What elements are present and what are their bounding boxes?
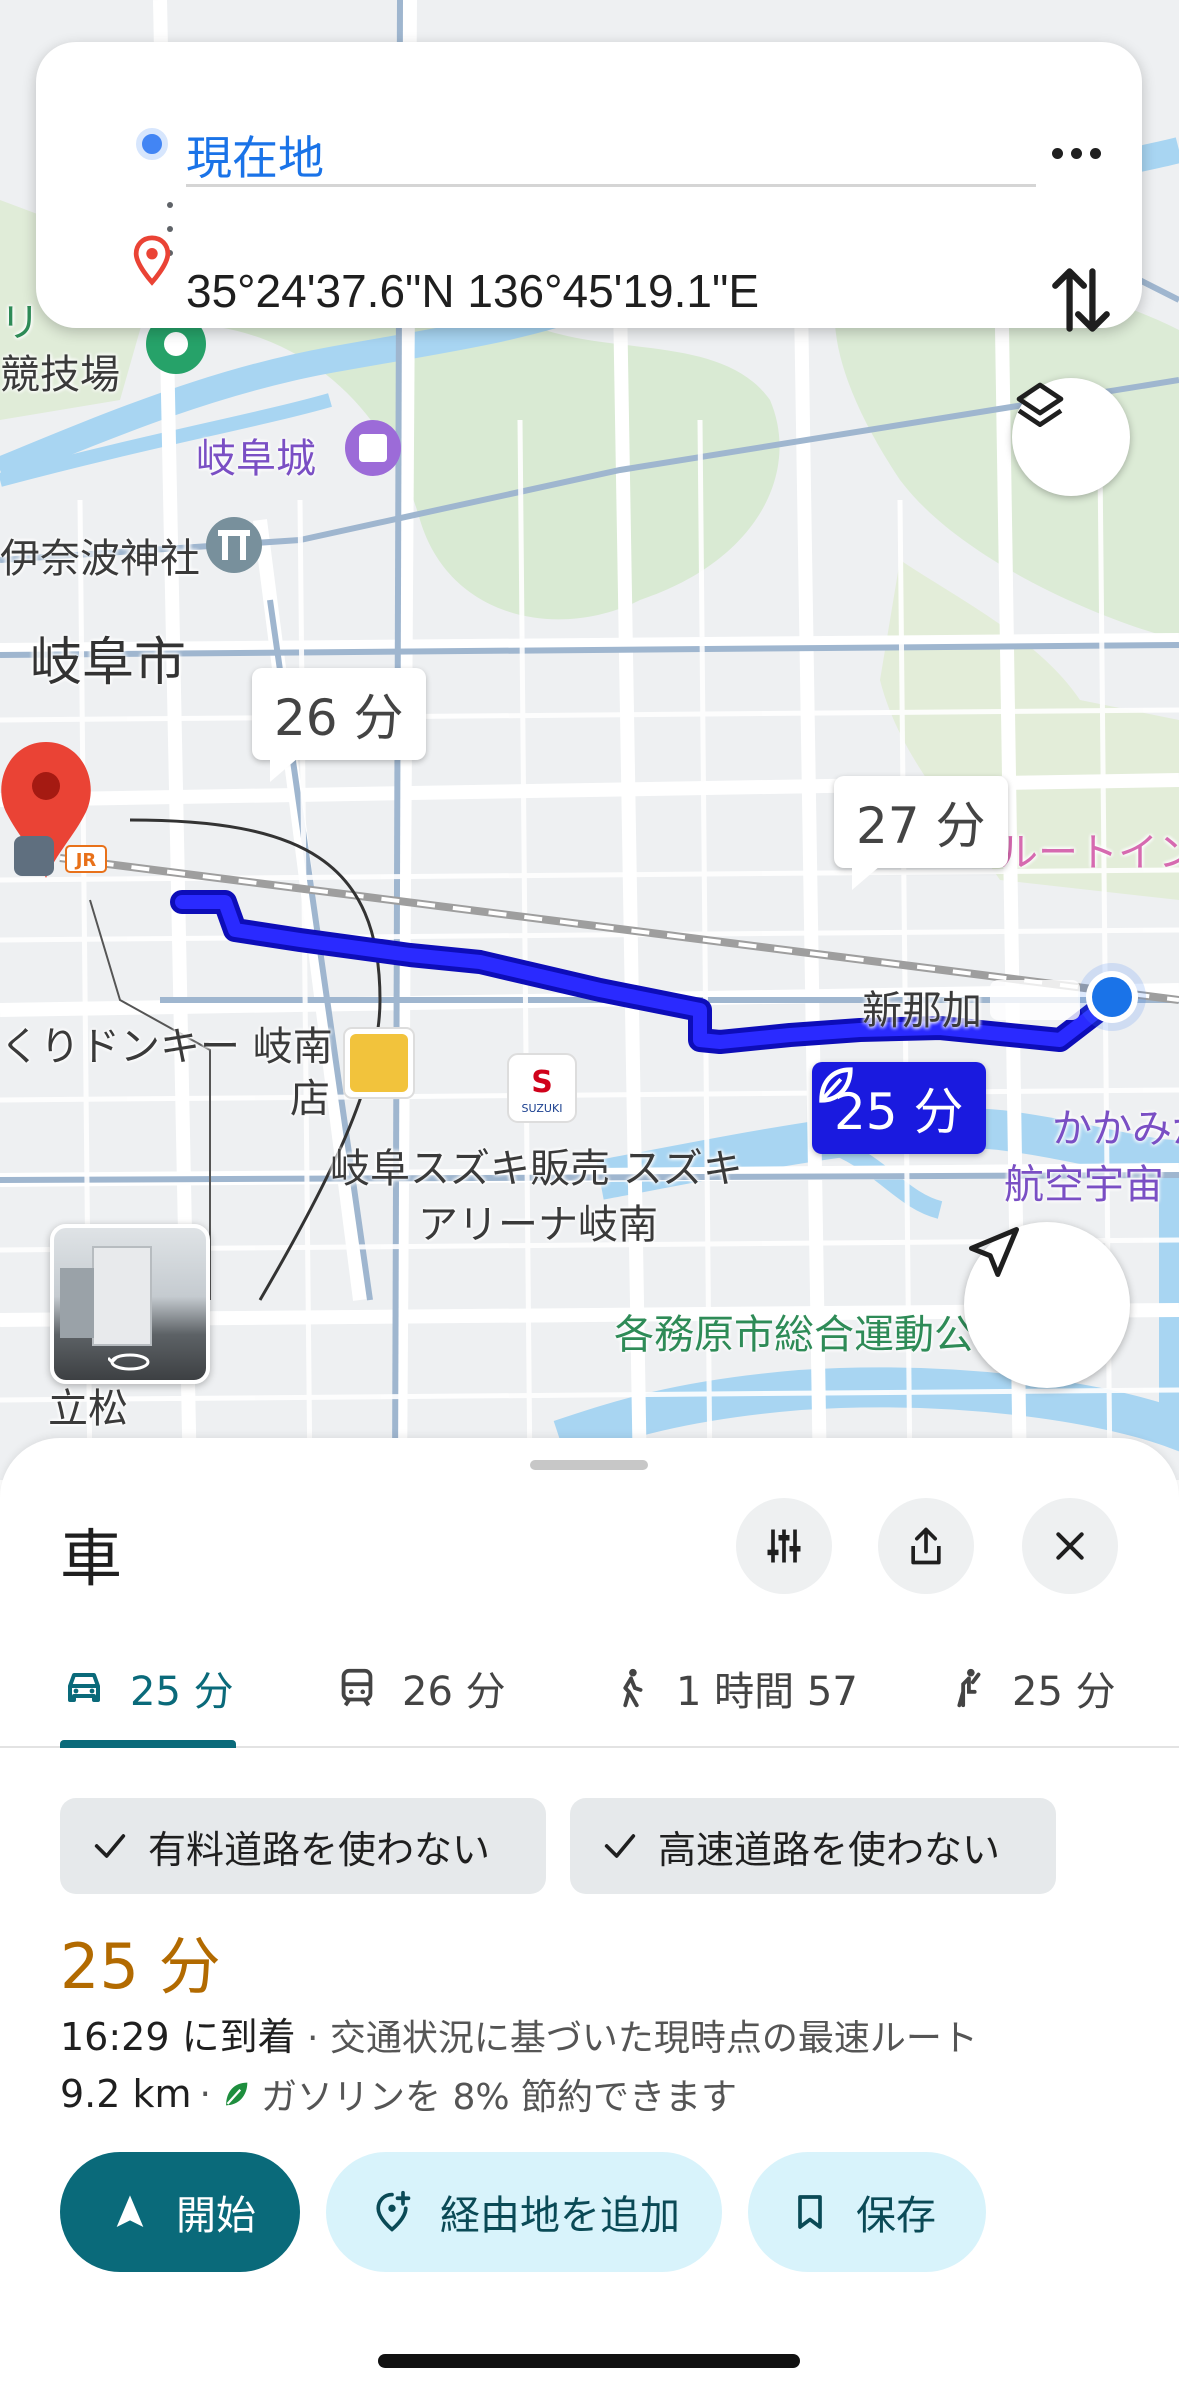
home-indicator[interactable] [378,2354,800,2368]
tab-walking-label: 1 時間 57 [676,1669,858,1715]
arrival-time: 16:29 に到着 [60,2015,296,2059]
distance-separator: · [199,2073,211,2115]
map-label-gifu-castle[interactable]: 岐阜城 [196,426,316,484]
destination-field[interactable]: 35°24'37.6"N 136°45'19.1"E [186,264,759,318]
recenter-button[interactable] [964,1222,1130,1388]
tab-driving[interactable]: 25 分 [60,1628,234,1748]
add-location-icon [376,2190,411,2232]
save-label: 保存 [856,2193,936,2239]
map-label-donki[interactable]: くりドンキー 岐南 [0,1014,333,1072]
tab-transit-label: 26 分 [402,1669,506,1715]
destination-pin-icon [133,235,171,286]
alt-route-time-1: 26 分 [274,689,404,747]
map-label-route-inn[interactable]: ルートイン [998,820,1179,878]
arrival-note: · 交通状況に基づいた現時点の最速ルート [295,2018,978,2059]
directions-sheet: 車 25 分 26 分 1 時間 57 25 分 有料道路を使わない 高速道路を… [0,1438,1179,2397]
start-label: 開始 [176,2193,256,2239]
swap-direction-button[interactable] [1046,260,1116,340]
navigation-arrow-icon [116,2195,144,2227]
alt-route-time-bubble-1[interactable]: 26 分 [252,668,426,782]
more-dot-icon [1051,147,1063,159]
map-label-donki-line2: 店 [290,1076,330,1122]
map-label-stadium: 競技場 [0,352,120,398]
layers-button[interactable] [1012,378,1130,496]
avoid-highways-chip[interactable]: 高速道路を使わない [570,1798,1056,1894]
avoid-highways-label: 高速道路を使わない [658,1827,1001,1872]
active-tab-indicator [60,1740,236,1748]
check-icon [604,1834,636,1858]
route-input-card: 現在地 35°24'37.6"N 136°45'19.1"E [36,42,1142,332]
rotate-360-icon [108,1353,150,1371]
svg-text:S: S [531,1065,553,1100]
share-button[interactable] [878,1498,974,1594]
close-icon [1056,1532,1084,1560]
close-button[interactable] [1022,1498,1118,1594]
svg-text:JR: JR [74,850,97,871]
travel-mode-title: 車 [60,1522,123,1595]
avoid-tolls-label: 有料道路を使わない [148,1827,491,1872]
route-duration: 25 分 [60,1930,221,2003]
more-options-button[interactable] [1041,128,1111,178]
alt-route-time-2: 27 分 [856,797,986,855]
bookmark-icon [798,2195,822,2229]
fuel-savings-note: ガソリンを 8% 節約できます [261,2077,737,2118]
arrival-info: 16:29 に到着 · 交通状況に基づいた現時点の最速ルート [60,2006,978,2061]
ride-icon [957,1668,981,1708]
eco-leaf-icon [226,2082,248,2106]
tab-driving-label: 25 分 [130,1669,234,1715]
avoid-tolls-chip[interactable]: 有料道路を使わない [60,1798,546,1894]
layers-icon [1016,382,1064,427]
check-icon [94,1834,126,1858]
map-label-stadium-partial: リ [0,300,40,346]
share-icon [911,1527,941,1565]
sheet-drag-handle[interactable] [530,1460,648,1470]
distance-info: 9.2 km · ガソリンを 8% 節約できます [60,2068,737,2120]
origin-field[interactable]: 現在地 [186,122,324,188]
suzuki-logo-text: SUZUKI [522,1102,563,1115]
walk-icon [623,1668,643,1708]
car-icon [68,1673,100,1702]
transit-icon [341,1668,373,1707]
save-route-button[interactable]: 保存 [748,2152,986,2272]
tab-ride[interactable]: 25 分 [944,1628,1116,1748]
eco-leaf-icon [819,1067,853,1103]
route-distance: 9.2 km [60,2072,192,2116]
map-label-tatematsu: 立松 [48,1386,128,1432]
map-label-shin-naka[interactable]: 新那加 [862,978,982,1036]
street-view-thumbnail[interactable] [50,1224,210,1384]
origin-dot-icon [136,128,168,160]
alt-route-time-bubble-2[interactable]: 27 分 [834,776,1008,890]
tab-ride-label: 25 分 [1012,1669,1116,1715]
map-label-aerospace[interactable]: 航空宇宙 [1004,1152,1164,1210]
travel-mode-tabs: 25 分 26 分 1 時間 57 25 分 [0,1628,1179,1748]
map-label-inaba-shrine[interactable]: 伊奈波神社 [0,526,200,584]
route-options-button[interactable] [736,1498,832,1594]
add-stop-label: 経由地を追加 [440,2193,680,2239]
start-navigation-button[interactable]: 開始 [60,2152,300,2272]
field-divider [186,184,1036,187]
navigation-arrow-icon [969,1227,1019,1277]
add-stop-button[interactable]: 経由地を追加 [326,2152,722,2272]
map-label-suzuki-line2: アリーナ岐南 [418,1202,658,1248]
selected-route-time-bubble[interactable]: 25 分 [812,1062,986,1154]
tune-icon [767,1529,801,1563]
tab-walking[interactable]: 1 時間 57 [608,1628,858,1748]
map-label-gifu-city: 岐阜市 [30,633,187,693]
map-label-sports-park[interactable]: 各務原市総合運動公 [614,1302,974,1360]
tab-transit[interactable]: 26 分 [334,1628,506,1748]
map-label-suzuki[interactable]: 岐阜スズキ販売 スズキ [330,1136,743,1194]
map-label-kakamigahara: かかみが [1052,1106,1179,1152]
